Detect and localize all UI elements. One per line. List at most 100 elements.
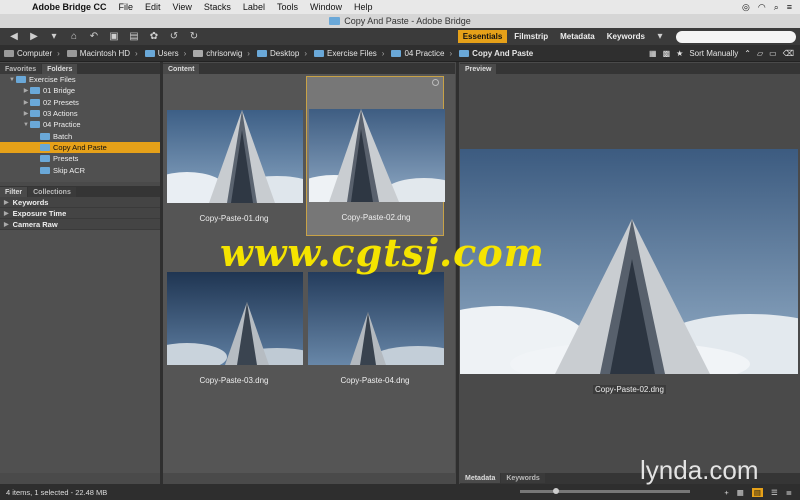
slider-knob[interactable]	[552, 488, 559, 494]
folder-icon	[40, 155, 50, 163]
disclosure-right-icon[interactable]: ▶	[22, 110, 30, 117]
thumbnail-item-selected[interactable]: Copy-Paste-02.dng	[306, 76, 445, 236]
list-view-icon[interactable]: ☰	[771, 488, 778, 497]
folder-exercise-files[interactable]: ▼ Exercise Files	[0, 74, 160, 85]
tab-preview[interactable]: Preview	[460, 64, 497, 74]
workspace-keywords[interactable]: Keywords	[602, 30, 650, 43]
workspace-filmstrip[interactable]: Filmstrip	[509, 30, 553, 43]
thumbnail-image[interactable]	[309, 109, 445, 202]
tab-filter[interactable]: Filter	[0, 187, 28, 197]
folder-skip-acr[interactable]: Skip ACR	[0, 164, 160, 175]
folder-copy-and-paste[interactable]: Copy And Paste	[0, 141, 160, 154]
thumbnail-filename: Copy-Paste-04.dng	[340, 376, 410, 385]
thumbnail-item[interactable]: Copy-Paste-04.dng	[306, 270, 444, 430]
breadcrumb-desktop[interactable]: Desktop ›	[253, 49, 307, 58]
menu-file[interactable]: File	[119, 2, 134, 12]
zoom-in-icon[interactable]: +	[724, 488, 728, 497]
tab-content[interactable]: Content	[163, 64, 200, 74]
thumbnail-item[interactable]: Copy-Paste-01.dng	[165, 78, 303, 238]
filter-section-camera-raw[interactable]: ▶ Camera Raw	[0, 219, 160, 230]
forward-arrow-icon[interactable]: ▶	[28, 31, 40, 42]
folder-01-bridge[interactable]: ▶ 01 Bridge	[0, 85, 160, 96]
open-in-camera-raw-icon[interactable]: ✿	[148, 31, 160, 42]
star-icon[interactable]: ★	[676, 49, 683, 58]
folder-03-actions[interactable]: ▶ 03 Actions	[0, 108, 160, 119]
chapel-photo	[167, 110, 303, 203]
menu-tools[interactable]: Tools	[277, 2, 298, 12]
thumbnail-image[interactable]	[308, 272, 444, 365]
disclosure-down-icon[interactable]: ▼	[8, 77, 16, 83]
camera-icon[interactable]: ▣	[108, 31, 120, 42]
quality-icon[interactable]: ▦	[649, 49, 657, 58]
sort-direction-icon[interactable]: ⌃	[744, 49, 751, 58]
stack-badge-icon[interactable]	[432, 79, 439, 86]
folder-02-presets[interactable]: ▶ 02 Presets	[0, 97, 160, 108]
open-recent-icon[interactable]: ▱	[757, 49, 763, 58]
tab-collections[interactable]: Collections	[28, 187, 76, 197]
breadcrumb-computer[interactable]: Computer ›	[0, 49, 60, 58]
creative-cloud-icon[interactable]: ◎	[742, 2, 750, 13]
folder-icon	[314, 49, 324, 57]
toolbar: ◀ ▶ ▾ ⌂ ↶ ▣ ▤ ✿ ↺ ↻ Essentials Filmstrip…	[0, 28, 800, 45]
grid-view-icon[interactable]: ▩	[663, 49, 671, 58]
disclosure-right-icon[interactable]: ▶	[22, 99, 30, 106]
menu-stacks[interactable]: Stacks	[204, 2, 231, 12]
back-arrow-icon[interactable]: ◀	[8, 31, 20, 42]
folder-batch[interactable]: Batch	[0, 130, 160, 141]
wifi-icon[interactable]: ◠	[758, 2, 766, 13]
thumbnail-item[interactable]: Copy-Paste-03.dng	[165, 270, 303, 430]
filter-section-keywords[interactable]: ▶ Keywords	[0, 197, 160, 208]
folder-icon	[40, 166, 50, 174]
trash-icon[interactable]: ⌫	[783, 49, 794, 58]
menu-view[interactable]: View	[173, 2, 192, 12]
tab-keywords[interactable]: Keywords	[501, 473, 545, 483]
detail-view-icon[interactable]: ≣	[786, 488, 792, 497]
refine-icon[interactable]: ▤	[128, 31, 140, 42]
folder-presets[interactable]: Presets	[0, 153, 160, 164]
search-input[interactable]	[676, 30, 796, 43]
new-folder-icon[interactable]: ▭	[769, 49, 777, 58]
workspace-dropdown-icon[interactable]: ▾	[654, 31, 666, 42]
breadcrumb-copy-and-paste[interactable]: Copy And Paste	[455, 49, 533, 58]
thumbnail-image[interactable]	[167, 272, 303, 365]
filter-section-exposure-time[interactable]: ▶ Exposure Time	[0, 208, 160, 219]
list-menu-icon[interactable]: ≡	[787, 2, 792, 13]
disclosure-right-icon: ▶	[4, 199, 9, 206]
breadcrumb-chrisorwig[interactable]: chrisorwig ›	[189, 49, 250, 58]
disclosure-right-icon[interactable]: ▶	[22, 87, 30, 94]
breadcrumb-macintosh-hd[interactable]: Macintosh HD ›	[63, 49, 138, 58]
menu-label[interactable]: Label	[243, 2, 265, 12]
rotate-right-icon[interactable]: ↻	[188, 31, 200, 42]
sort-label[interactable]: Sort Manually	[689, 49, 738, 58]
breadcrumb-exercise-files[interactable]: Exercise Files ›	[310, 49, 384, 58]
disclosure-right-icon: ▶	[4, 210, 9, 217]
workspace-metadata[interactable]: Metadata	[555, 30, 600, 43]
recent-folder-icon[interactable]: ⌂	[68, 31, 80, 42]
rotate-left-icon[interactable]: ↺	[168, 31, 180, 42]
drive-icon	[66, 49, 77, 57]
brand-logo: lynda.com	[640, 455, 759, 485]
workspace-essentials[interactable]: Essentials	[457, 30, 508, 43]
tab-folders[interactable]: Folders	[42, 64, 78, 74]
grid-view-icon[interactable]: ▦	[737, 488, 744, 497]
boomerang-icon[interactable]: ↶	[88, 31, 100, 42]
chevron-down-icon[interactable]: ▾	[48, 31, 60, 42]
folder-icon	[329, 17, 341, 25]
thumbnail-size-slider[interactable]	[520, 488, 690, 494]
menu-help[interactable]: Help	[354, 2, 373, 12]
search-spotlight-icon[interactable]: ⌕	[774, 2, 779, 13]
thumbnail-image[interactable]	[167, 110, 303, 203]
thumbnail-view-icon[interactable]: ▤	[751, 487, 763, 497]
menu-edit[interactable]: Edit	[145, 2, 161, 12]
breadcrumb-users[interactable]: Users ›	[141, 49, 186, 58]
menu-window[interactable]: Window	[310, 2, 342, 12]
tab-favorites[interactable]: Favorites	[0, 64, 42, 74]
folder-icon	[16, 76, 26, 84]
breadcrumb-04-practice[interactable]: 04 Practice ›	[387, 49, 452, 58]
menu-app[interactable]: Adobe Bridge CC	[32, 2, 107, 12]
tab-metadata[interactable]: Metadata	[460, 473, 501, 483]
folder-icon	[144, 49, 155, 57]
computer-icon	[4, 49, 14, 57]
folder-04-practice[interactable]: ▼ 04 Practice	[0, 119, 160, 130]
disclosure-down-icon[interactable]: ▼	[22, 122, 30, 128]
